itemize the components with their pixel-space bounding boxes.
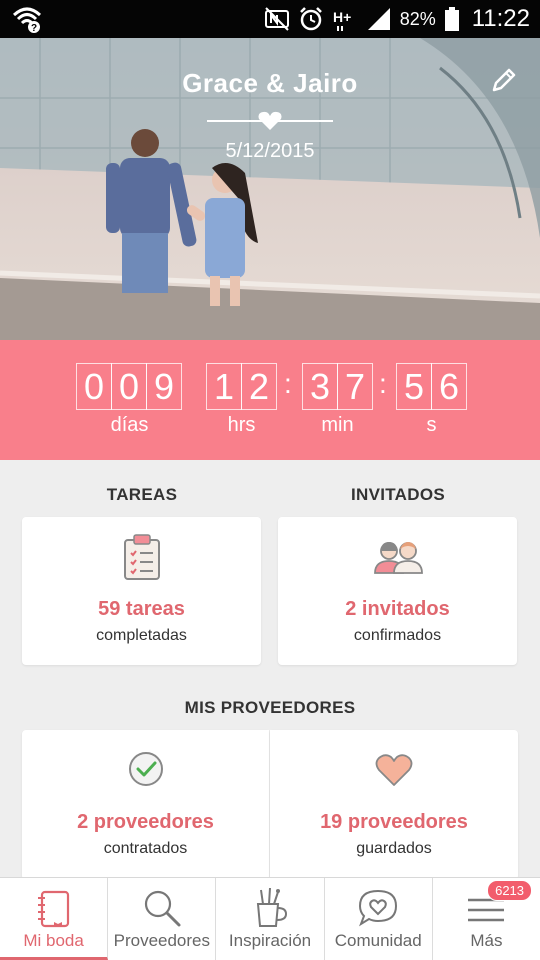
hero-photo: Grace & Jairo 5/12/2015: [0, 38, 540, 340]
countdown-digit: 6: [431, 363, 467, 410]
notebook-icon: [37, 890, 69, 928]
clipboard-checklist-icon: [123, 534, 160, 580]
tasks-count: 59 tareas: [98, 598, 185, 620]
countdown-separator: :: [284, 368, 292, 399]
countdown-digit: 2: [241, 363, 277, 410]
guests-card[interactable]: 2 invitados confirmados: [278, 517, 517, 665]
guests-title: INVITADOS: [350, 485, 445, 504]
heart-icon: [375, 754, 413, 786]
vendors-title: MIS PROVEEDORES: [184, 698, 356, 717]
nav-label: Mi boda: [23, 931, 84, 950]
guests-count: 2 invitados: [345, 598, 450, 620]
vendors-hired-card[interactable]: 2 proveedores contratados: [22, 730, 269, 880]
guests-sub: confirmados: [353, 627, 442, 644]
nfc-icon: [264, 7, 289, 31]
guests-couple-icon: [373, 542, 423, 574]
countdown-minutes: 3 7: [302, 363, 373, 410]
check-circle-icon: [128, 752, 163, 786]
nav-proveedores[interactable]: Proveedores: [108, 878, 217, 960]
vendors-hired-count: 2 proveedores: [77, 811, 214, 833]
countdown-digit: 0: [76, 363, 112, 410]
countdown-label-hours: hrs: [227, 414, 256, 436]
countdown-label-seconds: s: [426, 414, 437, 436]
nav-mas[interactable]: 6213 Más: [433, 878, 540, 960]
countdown-seconds: 5 6: [396, 363, 467, 410]
heart-divider: [207, 111, 333, 130]
countdown-digit: 7: [337, 363, 373, 410]
wedding-date: 5/12/2015: [225, 140, 315, 162]
alarm-icon: [299, 7, 322, 31]
countdown-hours: 1 2: [206, 363, 277, 410]
battery-percent: 82%: [399, 8, 436, 29]
countdown-label-minutes: min: [321, 414, 354, 436]
chat-heart-icon: [359, 889, 398, 927]
tasks-sub: completadas: [96, 627, 187, 644]
countdown-days: 0 0 9: [76, 363, 182, 410]
signal-icon: [367, 8, 390, 30]
couple-names: Grace & Jairo: [182, 68, 358, 98]
edit-pencil-icon[interactable]: [490, 66, 518, 94]
search-icon: [144, 890, 181, 927]
nav-comunidad[interactable]: Comunidad: [325, 878, 433, 960]
vendors-saved-sub: guardados: [356, 840, 432, 857]
battery-icon: [444, 7, 459, 31]
mug-pencils-icon: [256, 887, 288, 927]
clock: 11:22: [471, 5, 530, 32]
nav-label: Comunidad: [334, 931, 422, 950]
nav-mi-boda[interactable]: Mi boda: [0, 878, 109, 960]
bottom-navigation: Mi boda Proveedores Inspiración Comunida…: [0, 877, 540, 960]
wifi-question-icon: ?: [12, 7, 42, 33]
vendors-hired-sub: contratados: [103, 840, 188, 857]
nav-label: Proveedores: [113, 931, 210, 950]
countdown-label-days: días: [110, 414, 149, 436]
svg-text:H+: H+: [333, 9, 351, 25]
countdown-separator: :: [379, 368, 387, 399]
nav-label: Más: [470, 931, 503, 950]
countdown-digit: 3: [302, 363, 338, 410]
network-hplus-icon: H+: [333, 9, 351, 31]
nav-inspiracion[interactable]: Inspiración: [216, 878, 325, 960]
countdown-digit: 0: [111, 363, 147, 410]
notification-badge: 6213: [487, 880, 533, 901]
svg-text:?: ?: [31, 23, 37, 33]
countdown-panel: 0 0 9 1 2 : 3 7 : 5 6 días hrs min s: [0, 340, 540, 460]
countdown-digit: 1: [206, 363, 242, 410]
vendors-saved-card[interactable]: 19 proveedores guardados: [270, 730, 518, 880]
nav-label: Inspiración: [228, 931, 312, 950]
vendors-saved-count: 19 proveedores: [320, 811, 468, 833]
tasks-card[interactable]: 59 tareas completadas: [22, 517, 261, 665]
countdown-digit: 9: [146, 363, 182, 410]
status-bar: ? H+ 82% 11:22: [0, 0, 540, 38]
countdown-digit: 5: [396, 363, 432, 410]
tasks-title: TAREAS: [106, 485, 178, 504]
